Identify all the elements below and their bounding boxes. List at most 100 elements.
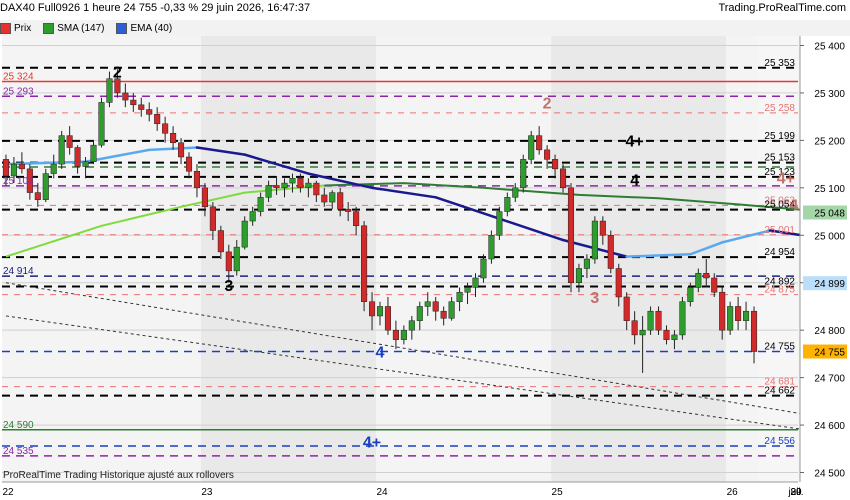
candle-body [329, 192, 336, 203]
candle-body [583, 258, 590, 269]
candle-body [639, 329, 646, 336]
y-tick-label: 24 700 [814, 374, 845, 385]
candle-body [472, 277, 479, 288]
candle-body [671, 334, 678, 340]
candle-body [130, 99, 137, 106]
candle-body [106, 78, 113, 103]
right-level-label: 25 258 [764, 103, 795, 114]
candle-body [464, 287, 471, 293]
candle-body [735, 306, 742, 321]
y-tick-label: 25 000 [814, 231, 845, 242]
wave-annotation: 2 [113, 65, 122, 82]
y-tick-label: 24 800 [814, 326, 845, 337]
right-level-label: 25 153 [764, 153, 795, 164]
candle-body [337, 192, 344, 210]
candle-body [440, 310, 447, 319]
chart-legend: Prix SMA (147) EMA (40) [0, 23, 172, 34]
candle-body [42, 173, 49, 200]
left-level-label: 25 324 [3, 72, 34, 83]
legend-item-ema[interactable]: EMA (40) [116, 23, 172, 34]
left-level-label: 24 535 [3, 446, 34, 457]
legend-item-price[interactable]: Prix [0, 23, 31, 34]
x-tick-label: 26 [727, 487, 739, 498]
candle-body [321, 194, 328, 203]
wave-annotation: 2 [543, 95, 552, 112]
candle-body [34, 192, 41, 200]
candle-body [257, 197, 264, 212]
candle-body [66, 135, 73, 148]
candle-body [687, 287, 694, 302]
wave-annotation: 3 [590, 290, 599, 307]
candle-body [559, 168, 567, 189]
legend-item-sma[interactable]: SMA (147) [43, 23, 104, 34]
candle-body [679, 301, 686, 336]
candle-body [623, 296, 630, 321]
wave-annotation: 4+ [777, 170, 795, 187]
candle-body [631, 320, 638, 336]
wave-annotation: 4+ [363, 435, 381, 452]
candle-body [361, 225, 368, 302]
left-level-label: 25 293 [3, 86, 34, 97]
candle-body [289, 178, 296, 184]
candle-body [647, 310, 654, 331]
candle-body [353, 211, 360, 227]
candle-body [456, 291, 463, 302]
wave-annotation: 4+ [626, 133, 644, 150]
candle-body [265, 185, 272, 198]
left-level-label: 24 590 [3, 420, 34, 431]
candle-body [432, 301, 439, 312]
candle-body [233, 246, 240, 272]
price-axis [800, 36, 850, 482]
candle-body [719, 291, 726, 331]
candle-body [504, 197, 511, 212]
candle-body [74, 147, 81, 167]
wave-annotation: 4 [630, 172, 639, 189]
candle-body [384, 306, 391, 331]
candle-body [369, 301, 376, 317]
candle-body [552, 159, 559, 170]
sma-swatch-icon [43, 23, 55, 34]
candle-body [305, 182, 312, 189]
candle-body [424, 301, 431, 307]
y-tick-label: 25 400 [814, 41, 845, 52]
y-tick-label: 24 600 [814, 421, 845, 432]
candle-body [750, 310, 758, 352]
candle-body [18, 163, 25, 170]
wave-annotation: 3 [224, 278, 233, 295]
candle-body [727, 306, 734, 331]
candle-body [162, 123, 169, 134]
candle-body [225, 251, 232, 272]
candle-body [146, 109, 153, 115]
candle-body [567, 187, 575, 283]
candle-body [297, 178, 304, 189]
candle-body [122, 92, 129, 101]
candle-body [400, 329, 407, 340]
candle-body [488, 235, 495, 260]
candle-body [607, 235, 614, 269]
candle-body [170, 133, 177, 144]
legend-label: EMA (40) [130, 23, 173, 34]
y-tick-label: 25 100 [814, 184, 845, 195]
candle-body [138, 104, 145, 110]
right-level-label: 24 954 [764, 247, 795, 258]
candle-body [10, 163, 17, 177]
legend-label: Prix [14, 23, 32, 34]
y-tick-label: 25 200 [814, 136, 845, 147]
right-level-label: 25 199 [764, 131, 795, 142]
brand-label: Trading.ProRealTime.com [718, 2, 846, 14]
candle-body [2, 159, 10, 177]
ema-swatch-icon [116, 23, 128, 34]
candle-body [615, 268, 622, 298]
candle-body [392, 329, 399, 340]
right-level-label: 25 353 [764, 58, 795, 69]
candle-body [376, 306, 384, 317]
candle-body [201, 187, 208, 208]
candle-body [90, 144, 97, 162]
candle-body [345, 208, 352, 212]
wave-annotation: 4 [376, 345, 385, 362]
candle-body [58, 135, 65, 165]
candle-body [217, 230, 224, 253]
y-tick-label: 25 300 [814, 89, 845, 100]
candle-body [695, 272, 702, 288]
candle-body [82, 161, 89, 167]
